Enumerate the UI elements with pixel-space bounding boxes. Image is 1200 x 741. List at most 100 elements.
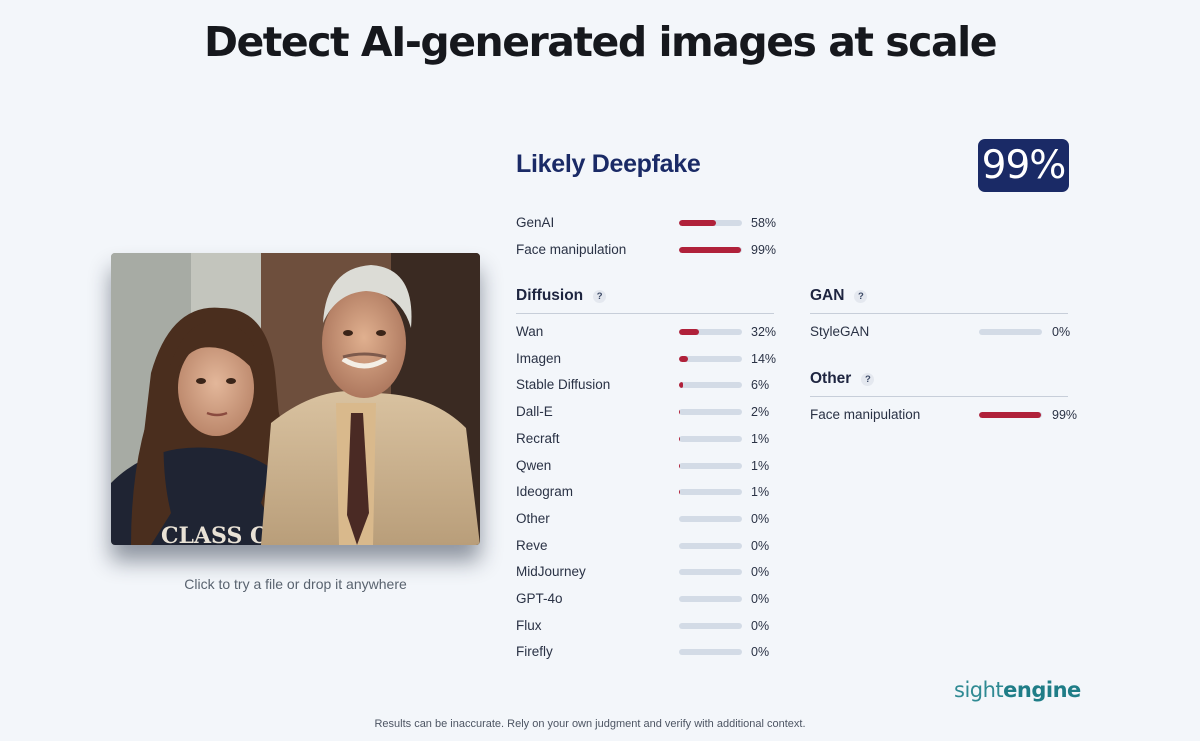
diffusion-percent: 1% [751,431,770,446]
summary-label: Face manipulation [516,242,627,257]
diffusion-percent: 2% [751,405,770,420]
gan-label: StyleGAN [810,324,870,339]
divider [810,396,1068,397]
diffusion-label: Firefly [516,644,553,660]
diffusion-percent: 1% [751,458,770,473]
score-bar [679,409,742,416]
score-bar [679,649,742,656]
score-bar [679,220,742,226]
diffusion-label: Wan [516,324,544,339]
diffusion-percent: 0% [751,592,770,606]
score-bar-fill [979,412,1042,418]
score-bar-fill [679,435,680,442]
section-label: Diffusion [516,287,584,304]
upload-hint[interactable]: Click to try a file or drop it anywhere [111,576,480,592]
divider [810,313,1068,314]
diffusion-label: Stable Diffusion [516,377,611,393]
diffusion-label: MidJourney [516,564,586,580]
score-bar [679,515,742,522]
other-row: Face manipulation 99% [810,406,1077,424]
summary-label: GenAI [516,215,555,230]
summary-row: GenAI 58% [516,214,776,232]
score-bar [679,569,742,576]
disclaimer: Results can be inaccurate. Rely on your … [374,718,806,730]
score-bar [679,462,742,469]
score-bar [679,329,742,335]
help-icon[interactable]: ? [593,290,607,303]
diffusion-percent: 6% [751,378,770,393]
score-bar [679,382,742,389]
diffusion-row: Reve 0% [516,537,776,555]
page-title: Detect AI-generated images at scale [203,18,998,66]
diffusion-percent: 0% [751,618,770,633]
diffusion-percent: 32% [751,325,777,339]
score-bar [679,489,742,496]
score-bar-fill [679,409,681,416]
diffusion-label: Qwen [516,457,552,473]
diffusion-percent: 0% [751,565,770,580]
diffusion-label: Reve [516,537,548,553]
section-diffusion-title: Diffusion? [516,287,607,305]
score-bar [679,247,742,253]
score-bar [679,622,742,629]
score-bar [679,435,742,442]
diffusion-row: Ideogram 1% [516,483,776,501]
brand-part1: sight [954,678,1004,702]
portrait-photo: CLASS OF [111,253,480,545]
score-bar [679,542,742,549]
diffusion-percent: 0% [751,645,770,660]
score-bar-fill [679,489,680,496]
summary-row: Face manipulation 99% [516,241,776,259]
score-bar-fill [679,355,688,362]
diffusion-label: Flux [516,617,542,633]
diffusion-row: GPT-4o 0% [516,590,776,608]
score-bar [979,329,1042,335]
score-bar-fill [679,382,683,389]
score-bar [979,412,1042,418]
section-label: GAN [810,287,845,304]
diffusion-label: Recraft [516,430,560,446]
score-bar [679,596,742,602]
diffusion-row: Firefly 0% [516,643,776,661]
diffusion-row: Stable Diffusion 6% [516,376,776,394]
score-bar-fill [679,462,680,469]
section-label: Other [810,370,852,387]
summary-percent: 58% [751,216,777,230]
diffusion-label: Dall-E [516,404,553,420]
diffusion-row: Imagen 14% [516,350,776,368]
diffusion-row: Dall-E 2% [516,403,776,421]
brand-logo[interactable]: sightengine [954,678,1081,702]
section-gan-title: GAN? [810,287,868,305]
summary-percent: 99% [751,243,777,257]
divider [516,313,774,314]
other-label: Face manipulation [810,407,921,422]
score-bar-fill [679,220,716,226]
section-other-title: Other? [810,370,875,388]
other-percent: 99% [1052,408,1078,422]
diffusion-row: Wan 32% [516,323,776,341]
score-bar-fill [679,329,700,335]
diffusion-row: Qwen 1% [516,457,776,475]
gan-percent: 0% [1052,325,1071,339]
score-bar-fill [679,247,742,253]
help-icon[interactable]: ? [854,290,868,303]
score-badge: 99% [978,139,1069,192]
diffusion-percent: 1% [751,485,770,500]
diffusion-label: Ideogram [516,484,574,500]
diffusion-label: Other [516,510,550,526]
diffusion-row: Recraft 1% [516,430,776,448]
score-bar [679,355,742,362]
verdict-title: Likely Deepfake [516,150,701,178]
diffusion-percent: 0% [751,538,770,553]
diffusion-label: Imagen [516,350,562,366]
help-icon[interactable]: ? [861,373,875,386]
diffusion-label: GPT-4o [516,591,563,606]
diffusion-percent: 14% [751,351,777,366]
uploaded-image[interactable]: CLASS OF [111,253,480,545]
diffusion-row: Other 0% [516,510,776,528]
brand-part2: engine [1003,678,1081,702]
diffusion-percent: 0% [751,511,770,526]
gan-row: StyleGAN 0% [810,323,1070,341]
diffusion-row: MidJourney 0% [516,563,776,581]
diffusion-row: Flux 0% [516,617,776,635]
